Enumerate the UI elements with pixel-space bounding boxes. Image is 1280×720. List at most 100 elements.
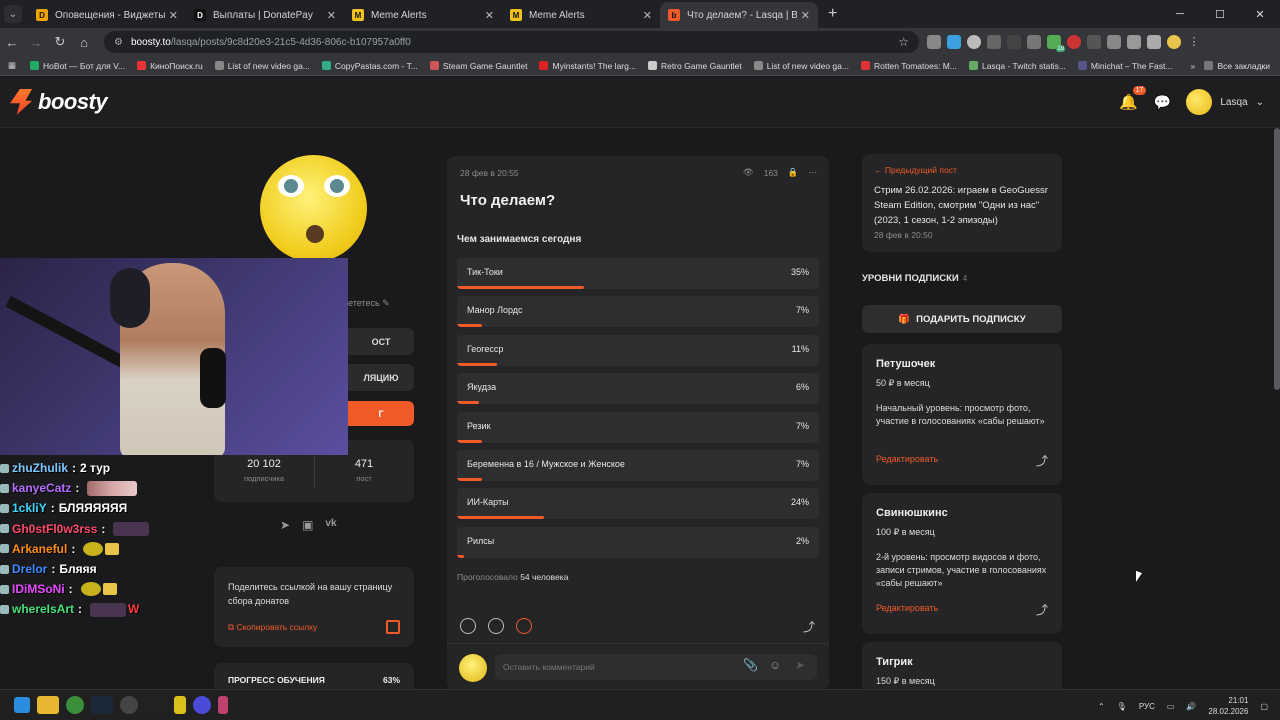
bookmark-item[interactable]: Myinstants! The larg... <box>539 61 636 71</box>
create-post-button[interactable]: ОСТ <box>348 328 414 355</box>
close-tab-icon[interactable]: ✕ <box>169 9 178 22</box>
subscribers-stat[interactable]: 20 102 подписчика <box>214 458 314 483</box>
maximize-icon[interactable]: ☐ <box>1200 0 1240 28</box>
chrome-icon[interactable] <box>66 696 84 714</box>
bookmark-item[interactable]: CopyPastas.com - T... <box>321 61 418 71</box>
extension-icon[interactable] <box>1087 35 1101 49</box>
extension-icon[interactable] <box>1067 35 1081 49</box>
posts-stat[interactable]: 471 пост <box>314 458 414 483</box>
puzzle-icon[interactable] <box>1127 35 1141 49</box>
edit-tier-button[interactable]: Редактировать <box>876 454 938 464</box>
mic-icon[interactable]: 🎙 <box>1117 702 1127 711</box>
emoji-icon[interactable]: ☺ <box>769 658 781 672</box>
app-icon[interactable] <box>218 696 228 714</box>
profile-icon[interactable] <box>1167 35 1181 49</box>
forward-icon[interactable]: → <box>24 35 48 50</box>
twitch-icon[interactable]: ▣ <box>302 518 313 532</box>
browser-tab[interactable]: M Meme Alerts ✕ <box>502 2 660 28</box>
edit-tier-button[interactable]: Редактировать <box>876 603 938 613</box>
address-bar[interactable]: ⚙ boosty.to/lasqa/posts/9c8d20e3-21c5-4d… <box>104 31 919 53</box>
attach-icon[interactable]: 📎 <box>743 658 758 672</box>
reload-icon[interactable]: ↻ <box>48 34 72 50</box>
site-info-icon[interactable]: ⚙ <box>114 37 123 48</box>
subscription-tier[interactable]: Петушочек 50 ₽ в месяц Начальный уровень: … <box>862 344 1062 485</box>
more-bookmarks-icon[interactable]: » <box>1190 61 1195 71</box>
file-explorer-icon[interactable] <box>37 696 59 714</box>
poll-option[interactable]: Резик 7% <box>457 411 819 443</box>
notifications-bell-icon[interactable]: 🔔 17 <box>1118 86 1147 112</box>
more-options-icon[interactable]: ⋯ <box>809 167 818 178</box>
close-tab-icon[interactable]: ✕ <box>801 9 810 22</box>
extension-icon[interactable] <box>967 35 981 49</box>
poll-option[interactable]: Геогесср 11% <box>457 334 819 366</box>
volume-icon[interactable]: 🔊 <box>1186 702 1196 711</box>
app-icon[interactable] <box>193 696 211 714</box>
extension-icon[interactable] <box>927 35 941 49</box>
extension-icon[interactable] <box>1007 35 1021 49</box>
monitor-icon[interactable]: ▭ <box>1167 702 1175 711</box>
steam-icon[interactable] <box>91 696 113 714</box>
app-icon[interactable] <box>174 696 186 714</box>
user-menu[interactable]: Lasqa ⌄ <box>1186 89 1264 115</box>
add-reaction-icon[interactable] <box>488 618 504 634</box>
reading-list-icon[interactable] <box>1147 35 1161 49</box>
bookmark-item[interactable]: КиноПоиск.ru <box>137 61 203 71</box>
bookmark-item[interactable]: HoBot — Бот для V... <box>30 61 125 71</box>
bookmark-item[interactable]: Minichat – The Fast... <box>1077 61 1172 71</box>
close-window-icon[interactable]: ✕ <box>1240 0 1280 28</box>
close-tab-icon[interactable]: ✕ <box>643 9 652 22</box>
extension-icon[interactable] <box>1107 35 1121 49</box>
poll-option[interactable]: Якудза 6% <box>457 373 819 405</box>
windows-start-icon[interactable] <box>14 697 30 713</box>
extension-icon[interactable]: 19 <box>1047 35 1065 52</box>
send-icon[interactable]: ➤ <box>795 658 805 672</box>
app-icon[interactable] <box>145 696 167 714</box>
browser-tab[interactable]: M Meme Alerts ✕ <box>344 2 502 28</box>
messages-icon[interactable]: 💬 <box>1152 92 1172 112</box>
bookmark-item[interactable]: Lasqa - Twitch statis... <box>968 61 1066 71</box>
notification-center-icon[interactable]: ▢ <box>1260 702 1268 711</box>
apps-icon[interactable]: ▦ <box>8 60 16 71</box>
comment-icon[interactable] <box>460 618 476 634</box>
gift-subscription-button[interactable]: 🎁 ПОДАРИТЬ ПОДПИСКУ <box>862 305 1062 333</box>
poll-option[interactable]: Беременна в 16 / Мужское и Женское 7% <box>457 450 819 481</box>
extension-icon[interactable] <box>1027 35 1041 49</box>
share-icon[interactable]: ⤴ <box>803 618 815 635</box>
chevron-up-icon[interactable]: ⌃ <box>1098 702 1105 711</box>
share-icon[interactable]: ⤴ <box>1036 452 1048 469</box>
copy-link-button[interactable]: ⧉ Скопировать ссылку <box>228 622 317 633</box>
previous-post-link[interactable]: ← Предыдущий пост <box>874 165 957 175</box>
vk-icon[interactable]: vk <box>325 518 336 532</box>
tab-search-button[interactable]: ⌄ <box>4 5 22 23</box>
previous-post-card[interactable]: ← Предыдущий пост Стрим 26.02.2026: игра… <box>862 154 1062 252</box>
create-collection-button[interactable]: ЛЯЦИЮ <box>348 364 414 391</box>
browser-tab[interactable]: D Выплаты | DonatePay ✕ <box>186 2 344 28</box>
close-tab-icon[interactable]: ✕ <box>327 9 336 22</box>
telegram-icon[interactable]: ➤ <box>280 518 290 532</box>
qr-code-icon[interactable] <box>386 620 400 634</box>
minimize-icon[interactable]: ─ <box>1160 0 1200 28</box>
donate-icon[interactable] <box>516 618 532 634</box>
share-icon[interactable]: ⤴ <box>1036 601 1048 618</box>
bookmark-item[interactable]: Retro Game Gauntlet <box>647 61 742 71</box>
menu-icon[interactable]: ⋮ <box>1187 35 1201 49</box>
orange-action-button[interactable]: Г <box>348 401 414 426</box>
boosty-logo[interactable]: boosty <box>10 89 108 115</box>
close-tab-icon[interactable]: ✕ <box>485 9 494 22</box>
language-indicator[interactable]: РУС <box>1139 702 1155 711</box>
bookmark-item[interactable]: List of new video ga... <box>753 61 849 71</box>
bookmark-item[interactable]: List of new video ga... <box>214 61 310 71</box>
page-scrollbar[interactable] <box>1274 128 1280 390</box>
bookmark-item[interactable]: Rotten Tomatoes: M... <box>860 61 957 71</box>
obs-icon[interactable] <box>120 696 138 714</box>
extension-icon[interactable] <box>947 35 961 49</box>
browser-tab[interactable]: D Оповещения - Виджеты - Don ✕ <box>28 2 186 28</box>
clock[interactable]: 21:01 28.02.2026 <box>1208 695 1248 717</box>
subscription-tier[interactable]: Свинюшкинс 100 ₽ в месяц 2-й уровень: прос… <box>862 493 1062 634</box>
extension-icon[interactable] <box>987 35 1001 49</box>
poll-option[interactable]: Тик-Токи 35% <box>457 258 819 289</box>
edit-subtitle[interactable]: ететесь ✎ <box>348 298 390 309</box>
home-icon[interactable]: ⌂ <box>72 35 96 50</box>
all-bookmarks[interactable]: Все закладки <box>1204 61 1270 71</box>
bookmark-item[interactable]: Steam Game Gauntlet <box>429 61 527 71</box>
